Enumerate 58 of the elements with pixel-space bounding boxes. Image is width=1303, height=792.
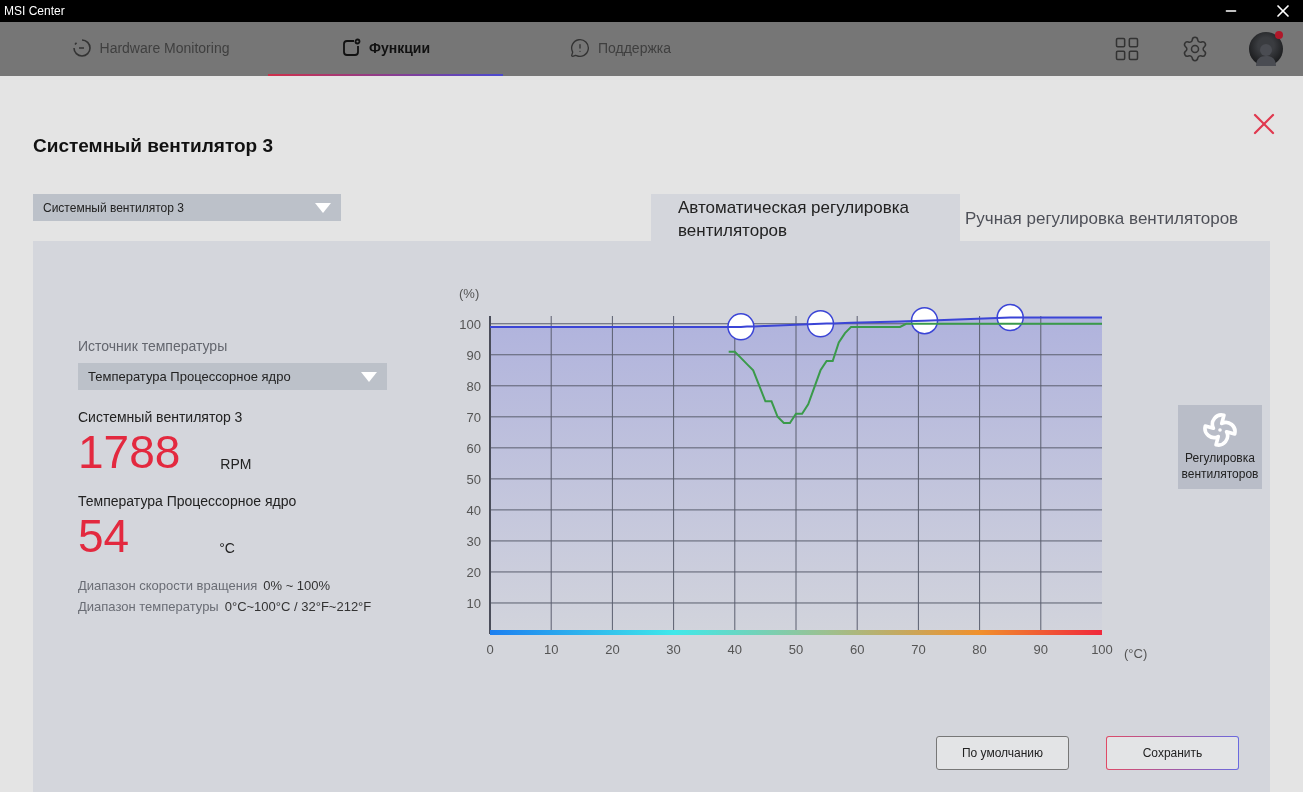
fan-label: Системный вентилятор 3	[78, 408, 244, 426]
y-tick-label: 60	[466, 440, 481, 456]
range-value: 0°C~100°C / 32°F~212°F	[224, 599, 372, 614]
y-tick-label: 90	[466, 347, 481, 363]
fan-speed-value: 1788	[78, 426, 181, 478]
y-tick-label: 20	[466, 564, 481, 580]
y-tick-label: 10	[466, 596, 481, 611]
page-title: Системный вентилятор 3	[33, 134, 275, 158]
temperature-value: 54	[78, 510, 130, 562]
y-tick-label: 30	[466, 533, 481, 549]
x-tick-label: 50	[788, 642, 804, 657]
x-tick-label: 60	[849, 642, 865, 657]
default-button[interactable]: По умолчанию	[936, 736, 1069, 770]
x-tick-label: 30	[666, 642, 681, 657]
x-tick-label: 70	[911, 642, 926, 657]
source-select[interactable]: Температура Процессорное ядро	[78, 363, 387, 390]
mode-tab[interactable]: Ручная регулировка вентиляторов	[960, 194, 1239, 241]
y-axis-label: (%)	[459, 286, 480, 301]
fan-speed-unit: RPM	[220, 456, 252, 472]
x-tick-label: 90	[1033, 642, 1049, 657]
save-button[interactable]: Сохранить	[1106, 736, 1239, 770]
fan-icon	[1202, 412, 1238, 448]
message-alert-icon	[569, 38, 590, 58]
dropdown-triangle-icon	[315, 202, 331, 213]
curve-handle[interactable]	[996, 303, 1024, 332]
range-label: Диапазон температуры	[78, 599, 219, 614]
y-tick-label: 80	[466, 378, 481, 394]
x-tick-label: 40	[727, 642, 743, 657]
settings-icon[interactable]	[1181, 35, 1209, 63]
range-value: 0% ~ 100%	[263, 578, 331, 593]
curve-handle[interactable]	[727, 313, 755, 341]
y-tick-label: 70	[466, 409, 481, 425]
x-axis-label: (°C)	[1124, 646, 1148, 661]
source-label: Источник температуры	[78, 337, 229, 355]
x-tick-label: 0	[486, 642, 494, 657]
avatar[interactable]	[1249, 32, 1283, 66]
x-tick-label: 20	[605, 642, 620, 657]
gauge-icon	[71, 38, 92, 58]
square-dot-icon	[341, 38, 361, 58]
window-title: MSI Center	[4, 4, 65, 18]
temperature-unit: °C	[219, 540, 235, 556]
y-tick-label: 100	[459, 316, 481, 332]
curve-handle[interactable]	[910, 306, 939, 335]
x-tick-label: 100	[1091, 642, 1113, 657]
curve-handle[interactable]	[806, 310, 835, 338]
grid-icon[interactable]	[1113, 35, 1141, 63]
dropdown-triangle-icon	[361, 371, 377, 382]
y-tick-label: 50	[466, 471, 481, 487]
fan-control-button[interactable]: Регулировка вентиляторов	[1178, 405, 1262, 489]
y-tick-label: 40	[466, 502, 481, 518]
person-silhouette-icon	[1255, 42, 1277, 66]
x-tick-label: 10	[543, 642, 559, 657]
x-tick-label: 80	[972, 642, 987, 657]
mode-tab[interactable]: Автоматическая регулировка вентиляторов	[651, 194, 960, 241]
range-label: Диапазон скорости вращения	[78, 578, 258, 593]
nav-tab[interactable]: Функции	[268, 22, 503, 76]
temperature-label: Температура Процессорное ядро	[78, 492, 298, 510]
fan-select[interactable]: Системный вентилятор 3	[33, 194, 341, 221]
